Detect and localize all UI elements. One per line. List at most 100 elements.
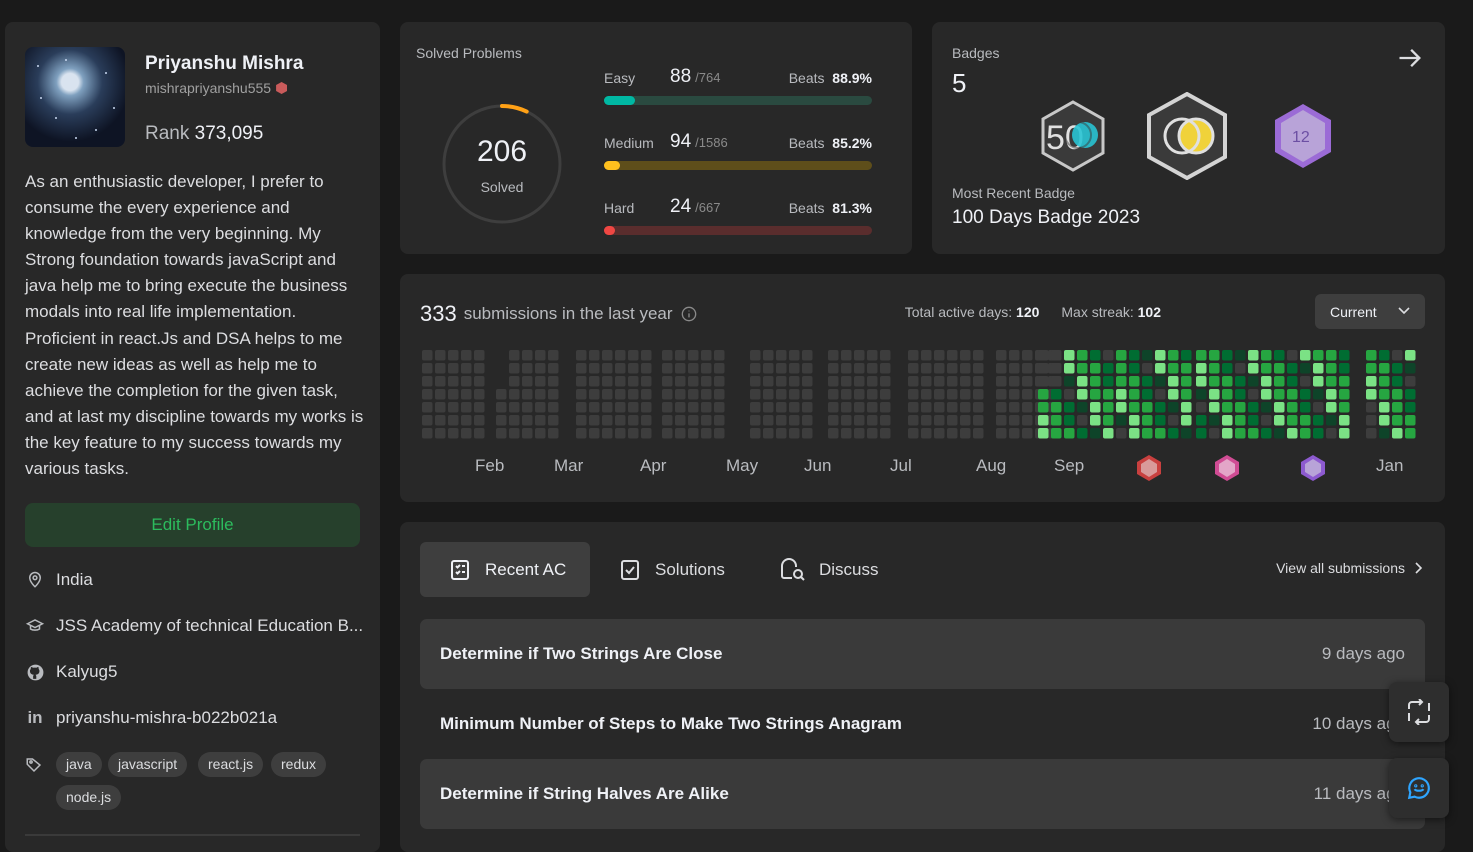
heatmap-cell[interactable] bbox=[1379, 415, 1390, 426]
heatmap-cell[interactable] bbox=[1274, 363, 1285, 374]
heatmap-cell[interactable] bbox=[1261, 350, 1272, 361]
heatmap-cell[interactable] bbox=[854, 363, 865, 374]
heatmap-cell[interactable] bbox=[1366, 402, 1377, 413]
heatmap-cell[interactable] bbox=[701, 363, 712, 374]
heatmap-cell[interactable] bbox=[675, 415, 686, 426]
heatmap-cell[interactable] bbox=[474, 415, 485, 426]
heatmap-cell[interactable] bbox=[474, 389, 485, 400]
heatmap-cell[interactable] bbox=[688, 363, 699, 374]
heatmap-cell[interactable] bbox=[701, 350, 712, 361]
heatmap-cell[interactable] bbox=[675, 389, 686, 400]
heatmap-cell[interactable] bbox=[1155, 376, 1166, 387]
heatmap-cell[interactable] bbox=[461, 363, 472, 374]
heatmap-cell[interactable] bbox=[474, 363, 485, 374]
heatmap-cell[interactable] bbox=[1209, 402, 1220, 413]
heatmap-cell[interactable] bbox=[576, 415, 587, 426]
heatmap-cell[interactable] bbox=[1077, 376, 1088, 387]
month-badge-icon[interactable] bbox=[1214, 454, 1240, 482]
heatmap-cell[interactable] bbox=[522, 363, 533, 374]
heatmap-cell[interactable] bbox=[1287, 350, 1298, 361]
heatmap-cell[interactable] bbox=[615, 363, 626, 374]
heatmap-cell[interactable] bbox=[828, 389, 839, 400]
heatmap-cell[interactable] bbox=[1116, 389, 1127, 400]
heatmap-cell[interactable] bbox=[688, 415, 699, 426]
heatmap-cell[interactable] bbox=[934, 428, 945, 439]
heatmap-cell[interactable] bbox=[714, 428, 725, 439]
heatmap-cell[interactable] bbox=[880, 402, 891, 413]
50-days-badge-icon[interactable]: 50 bbox=[1040, 100, 1106, 172]
heatmap-cell[interactable] bbox=[854, 402, 865, 413]
heatmap-cell[interactable] bbox=[1366, 350, 1377, 361]
heatmap-cell[interactable] bbox=[714, 376, 725, 387]
heatmap-cell[interactable] bbox=[854, 428, 865, 439]
heatmap-cell[interactable] bbox=[1209, 350, 1220, 361]
heatmap-cell[interactable] bbox=[789, 428, 800, 439]
heatmap-cell[interactable] bbox=[589, 389, 600, 400]
heatmap-cell[interactable] bbox=[1287, 415, 1298, 426]
heatmap-cell[interactable] bbox=[973, 363, 984, 374]
heatmap-cell[interactable] bbox=[1209, 363, 1220, 374]
heatmap-cell[interactable] bbox=[701, 402, 712, 413]
heatmap-cell[interactable] bbox=[996, 350, 1007, 361]
heatmap-cell[interactable] bbox=[522, 428, 533, 439]
heatmap-cell[interactable] bbox=[1168, 363, 1179, 374]
heatmap-cell[interactable] bbox=[509, 415, 520, 426]
heatmap-cell[interactable] bbox=[1248, 376, 1259, 387]
heatmap-cell[interactable] bbox=[1064, 363, 1075, 374]
heatmap-cell[interactable] bbox=[422, 363, 433, 374]
heatmap-cell[interactable] bbox=[996, 363, 1007, 374]
heatmap-cell[interactable] bbox=[1379, 402, 1390, 413]
heatmap-cell[interactable] bbox=[461, 376, 472, 387]
heatmap-cell[interactable] bbox=[854, 389, 865, 400]
heatmap-cell[interactable] bbox=[1168, 428, 1179, 439]
heatmap-cell[interactable] bbox=[662, 350, 673, 361]
heatmap-cell[interactable] bbox=[1129, 350, 1140, 361]
heatmap-cell[interactable] bbox=[1366, 389, 1377, 400]
heatmap-cell[interactable] bbox=[1392, 363, 1403, 374]
heatmap-cell[interactable] bbox=[921, 350, 932, 361]
heatmap-cell[interactable] bbox=[474, 376, 485, 387]
skill-tag[interactable]: java bbox=[56, 752, 102, 777]
heatmap-cell[interactable] bbox=[615, 350, 626, 361]
heatmap-cell[interactable] bbox=[1116, 415, 1127, 426]
heatmap-cell[interactable] bbox=[1339, 376, 1350, 387]
heatmap-cell[interactable] bbox=[1142, 389, 1153, 400]
heatmap-cell[interactable] bbox=[921, 402, 932, 413]
heatmap-cell[interactable] bbox=[1090, 389, 1101, 400]
heatmap-cell[interactable] bbox=[1129, 415, 1140, 426]
heatmap-cell[interactable] bbox=[548, 376, 559, 387]
heatmap-cell[interactable] bbox=[867, 428, 878, 439]
heatmap-cell[interactable] bbox=[908, 363, 919, 374]
heatmap-cell[interactable] bbox=[1009, 363, 1020, 374]
heatmap-cell[interactable] bbox=[535, 350, 546, 361]
problem-title[interactable]: Determine if Two Strings Are Close bbox=[440, 644, 722, 664]
heatmap-cell[interactable] bbox=[802, 415, 813, 426]
heatmap-cell[interactable] bbox=[1142, 376, 1153, 387]
heatmap-cell[interactable] bbox=[1181, 415, 1192, 426]
heatmap-cell[interactable] bbox=[1116, 402, 1127, 413]
heatmap-cell[interactable] bbox=[1196, 389, 1207, 400]
heatmap-cell[interactable] bbox=[947, 363, 958, 374]
heatmap-cell[interactable] bbox=[1300, 402, 1311, 413]
feedback-button[interactable] bbox=[1389, 758, 1449, 818]
heatmap-cell[interactable] bbox=[973, 350, 984, 361]
heatmap-cell[interactable] bbox=[1300, 376, 1311, 387]
heatmap-cell[interactable] bbox=[763, 350, 774, 361]
heatmap-cell[interactable] bbox=[448, 415, 459, 426]
heatmap-cell[interactable] bbox=[602, 376, 613, 387]
heatmap-cell[interactable] bbox=[1116, 428, 1127, 439]
heatmap-cell[interactable] bbox=[1155, 428, 1166, 439]
heatmap-cell[interactable] bbox=[589, 402, 600, 413]
heatmap-cell[interactable] bbox=[973, 402, 984, 413]
heatmap-cell[interactable] bbox=[1103, 402, 1114, 413]
github-row[interactable]: Kalyug5 bbox=[25, 662, 117, 682]
heatmap-cell[interactable] bbox=[1103, 376, 1114, 387]
heatmap-cell[interactable] bbox=[1090, 428, 1101, 439]
heatmap-cell[interactable] bbox=[1064, 415, 1075, 426]
heatmap-cell[interactable] bbox=[1038, 363, 1049, 374]
heatmap-cell[interactable] bbox=[1326, 350, 1337, 361]
heatmap-cell[interactable] bbox=[548, 402, 559, 413]
heatmap-cell[interactable] bbox=[1248, 389, 1259, 400]
heatmap-cell[interactable] bbox=[1235, 428, 1246, 439]
heatmap-cell[interactable] bbox=[1038, 376, 1049, 387]
